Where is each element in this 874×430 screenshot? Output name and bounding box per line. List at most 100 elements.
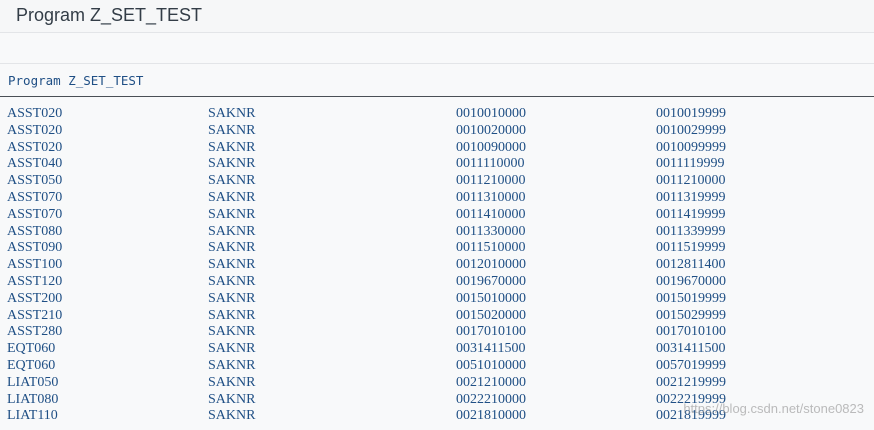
list-row[interactable]: ASST280 SAKNR 0017010100 0017010100 <box>0 324 874 341</box>
value-to-cell[interactable]: 0011519999 <box>656 240 725 257</box>
value-to-cell[interactable]: 0015029999 <box>656 308 726 325</box>
value-from-cell[interactable]: 0011330000 <box>456 224 525 241</box>
set-name-cell[interactable]: EQT060 <box>7 358 55 375</box>
field-name-cell[interactable]: SAKNR <box>208 190 255 207</box>
value-from-cell[interactable]: 0011410000 <box>456 207 525 224</box>
list-row[interactable]: LIAT050 SAKNR 0021210000 0021219999 <box>0 375 874 392</box>
value-to-cell[interactable]: 0011119999 <box>656 156 724 173</box>
list-row[interactable]: ASST050 SAKNR 0011210000 0011210000 <box>0 173 874 190</box>
value-to-cell[interactable]: 0017010100 <box>656 324 726 341</box>
list-output: Program Z_SET_TEST ASST020 SAKNR 001001000… <box>0 64 874 430</box>
set-name-cell[interactable]: ASST020 <box>7 106 62 123</box>
list-row[interactable]: ASST070 SAKNR 0011410000 0011419999 <box>0 207 874 224</box>
value-from-cell[interactable]: 0021210000 <box>456 375 526 392</box>
list-header-title: Program Z_SET_TEST <box>8 73 144 88</box>
set-name-cell[interactable]: ASST020 <box>7 123 62 140</box>
field-name-cell[interactable]: SAKNR <box>208 375 255 392</box>
value-to-cell[interactable]: 0011419999 <box>656 207 725 224</box>
set-name-cell[interactable]: ASST090 <box>7 240 62 257</box>
set-name-cell[interactable]: ASST020 <box>7 140 62 157</box>
value-from-cell[interactable]: 0019670000 <box>456 274 526 291</box>
value-to-cell[interactable]: 0019670000 <box>656 274 726 291</box>
set-name-cell[interactable]: ASST080 <box>7 224 62 241</box>
field-name-cell[interactable]: SAKNR <box>208 240 255 257</box>
set-name-cell[interactable]: ASST200 <box>7 291 62 308</box>
field-name-cell[interactable]: SAKNR <box>208 308 255 325</box>
field-name-cell[interactable]: SAKNR <box>208 358 255 375</box>
set-name-cell[interactable]: ASST040 <box>7 156 62 173</box>
list-row[interactable]: ASST020 SAKNR 0010020000 0010029999 <box>0 123 874 140</box>
header-divider <box>0 96 874 97</box>
list-row[interactable]: ASST100 SAKNR 0012010000 0012811400 <box>0 257 874 274</box>
value-to-cell[interactable]: 0010019999 <box>656 106 726 123</box>
value-to-cell[interactable]: 0015019999 <box>656 291 726 308</box>
value-from-cell[interactable]: 0010020000 <box>456 123 526 140</box>
value-from-cell[interactable]: 0011510000 <box>456 240 525 257</box>
set-name-cell[interactable]: EQT060 <box>7 341 55 358</box>
field-name-cell[interactable]: SAKNR <box>208 123 255 140</box>
value-to-cell[interactable]: 0011339999 <box>656 224 725 241</box>
list-row[interactable]: ASST090 SAKNR 0011510000 0011519999 <box>0 240 874 257</box>
value-from-cell[interactable]: 0022210000 <box>456 392 526 409</box>
set-name-cell[interactable]: LIAT080 <box>7 392 58 409</box>
value-to-cell[interactable]: 0011210000 <box>656 173 725 190</box>
value-from-cell[interactable]: 0011210000 <box>456 173 525 190</box>
set-name-cell[interactable]: ASST070 <box>7 190 62 207</box>
value-to-cell[interactable]: 0021219999 <box>656 375 726 392</box>
value-to-cell[interactable]: 0010029999 <box>656 123 726 140</box>
list-row[interactable]: ASST020 SAKNR 0010010000 0010019999 <box>0 106 874 123</box>
value-from-cell[interactable]: 0021810000 <box>456 408 526 425</box>
title-bar: Program Z_SET_TEST <box>0 0 874 33</box>
value-to-cell[interactable]: 0011319999 <box>656 190 725 207</box>
value-to-cell[interactable]: 0012811400 <box>656 257 725 274</box>
field-name-cell[interactable]: SAKNR <box>208 408 255 425</box>
field-name-cell[interactable]: SAKNR <box>208 257 255 274</box>
value-from-cell[interactable]: 0010010000 <box>456 106 526 123</box>
sap-window: Program Z_SET_TEST Program Z_SET_TEST AS… <box>0 0 874 430</box>
list-row[interactable]: EQT060 SAKNR 0031411500 0031411500 <box>0 341 874 358</box>
window-title: Program Z_SET_TEST <box>16 5 203 25</box>
set-name-cell[interactable]: ASST070 <box>7 207 62 224</box>
value-from-cell[interactable]: 0051010000 <box>456 358 526 375</box>
set-name-cell[interactable]: ASST050 <box>7 173 62 190</box>
watermark-text: https://blog.csdn.net/stone0823 <box>683 401 864 416</box>
set-name-cell[interactable]: ASST210 <box>7 308 62 325</box>
list-row[interactable]: ASST070 SAKNR 0011310000 0011319999 <box>0 190 874 207</box>
field-name-cell[interactable]: SAKNR <box>208 207 255 224</box>
value-from-cell[interactable]: 0012010000 <box>456 257 526 274</box>
set-name-cell[interactable]: LIAT050 <box>7 375 58 392</box>
value-from-cell[interactable]: 0015020000 <box>456 308 526 325</box>
field-name-cell[interactable]: SAKNR <box>208 156 255 173</box>
set-name-cell[interactable]: LIAT110 <box>7 408 58 425</box>
value-from-cell[interactable]: 0031411500 <box>456 341 525 358</box>
field-name-cell[interactable]: SAKNR <box>208 324 255 341</box>
list-row[interactable]: ASST210 SAKNR 0015020000 0015029999 <box>0 308 874 325</box>
list-rows: ASST020 SAKNR 0010010000 0010019999 ASST020 S… <box>0 106 874 425</box>
list-row[interactable]: EQT060 SAKNR 0051010000 0057019999 <box>0 358 874 375</box>
field-name-cell[interactable]: SAKNR <box>208 392 255 409</box>
field-name-cell[interactable]: SAKNR <box>208 173 255 190</box>
list-row[interactable]: ASST120 SAKNR 0019670000 0019670000 <box>0 274 874 291</box>
list-row[interactable]: ASST020 SAKNR 0010090000 0010099999 <box>0 140 874 157</box>
field-name-cell[interactable]: SAKNR <box>208 140 255 157</box>
set-name-cell[interactable]: ASST120 <box>7 274 62 291</box>
application-toolbar <box>0 33 874 64</box>
value-from-cell[interactable]: 0011310000 <box>456 190 525 207</box>
value-from-cell[interactable]: 0017010100 <box>456 324 526 341</box>
field-name-cell[interactable]: SAKNR <box>208 291 255 308</box>
field-name-cell[interactable]: SAKNR <box>208 341 255 358</box>
value-from-cell[interactable]: 0015010000 <box>456 291 526 308</box>
value-to-cell[interactable]: 0031411500 <box>656 341 725 358</box>
value-from-cell[interactable]: 0011110000 <box>456 156 524 173</box>
field-name-cell[interactable]: SAKNR <box>208 106 255 123</box>
value-to-cell[interactable]: 0057019999 <box>656 358 726 375</box>
value-to-cell[interactable]: 0010099999 <box>656 140 726 157</box>
value-from-cell[interactable]: 0010090000 <box>456 140 526 157</box>
set-name-cell[interactable]: ASST280 <box>7 324 62 341</box>
list-row[interactable]: ASST200 SAKNR 0015010000 0015019999 <box>0 291 874 308</box>
list-row[interactable]: ASST080 SAKNR 0011330000 0011339999 <box>0 224 874 241</box>
field-name-cell[interactable]: SAKNR <box>208 274 255 291</box>
field-name-cell[interactable]: SAKNR <box>208 224 255 241</box>
list-row[interactable]: ASST040 SAKNR 0011110000 0011119999 <box>0 156 874 173</box>
set-name-cell[interactable]: ASST100 <box>7 257 62 274</box>
